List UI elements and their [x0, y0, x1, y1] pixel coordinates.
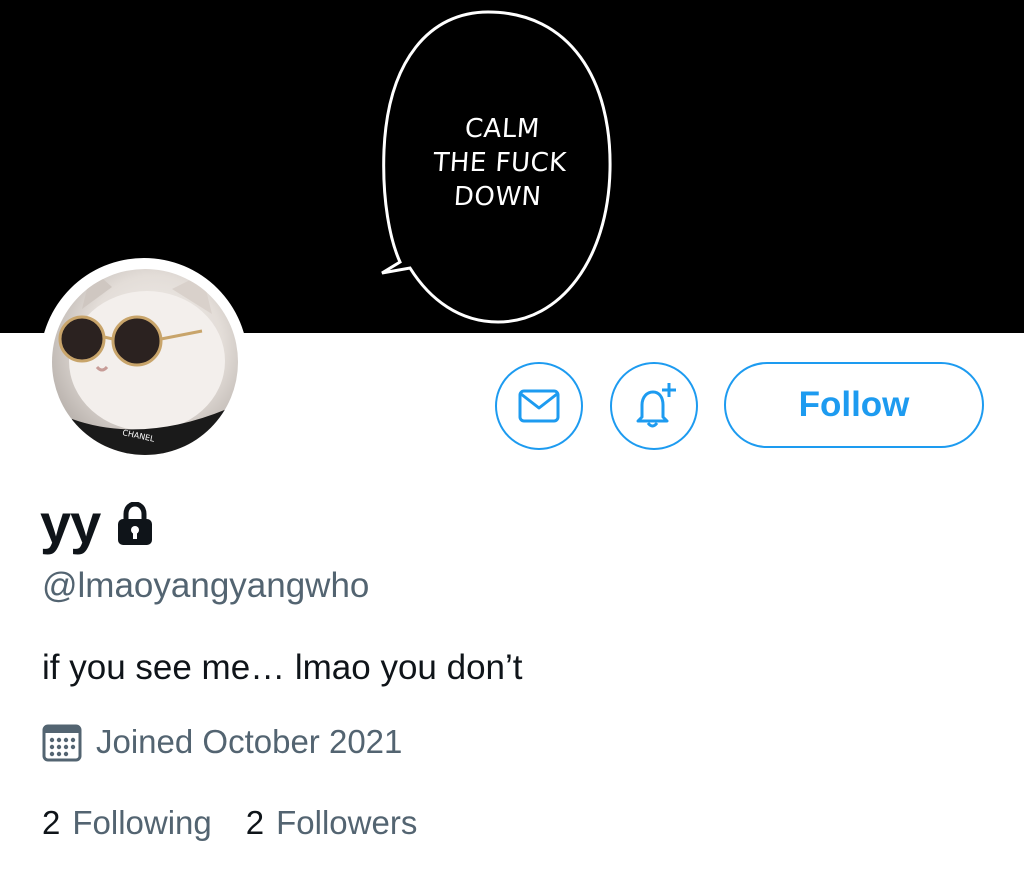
follow-button[interactable]: Follow — [724, 362, 984, 448]
user-bio: if you see me… lmao you don’t — [42, 648, 523, 687]
speech-bubble-text: CALM THE FUCK DOWN — [396, 112, 603, 214]
notify-button[interactable] — [610, 362, 698, 450]
cat-avatar-image: CHANEL — [52, 269, 238, 455]
follow-stats: 2 Following 2 Followers — [42, 804, 451, 842]
following-count: 2 — [42, 804, 61, 841]
envelope-icon — [518, 389, 560, 423]
display-name: yy — [40, 492, 101, 555]
joined-date-row: Joined October 2021 — [42, 722, 402, 762]
bubble-line-2: THE FUCK — [432, 148, 568, 178]
lock-icon — [118, 502, 153, 545]
joined-date-text: Joined October 2021 — [96, 723, 403, 760]
followers-link[interactable]: 2 Followers — [246, 804, 418, 842]
avatar[interactable]: CHANEL — [52, 269, 238, 455]
following-link[interactable]: 2 Following — [42, 804, 212, 842]
calendar-icon — [42, 724, 82, 762]
bubble-line-1: CALM — [463, 114, 541, 144]
bubble-line-3: DOWN — [452, 182, 543, 212]
followers-count: 2 — [245, 804, 265, 841]
following-label: Following — [72, 804, 212, 841]
user-handle: @lmaoyangyangwho — [42, 566, 370, 605]
bell-plus-icon — [636, 383, 676, 428]
display-name-row: yy — [40, 492, 156, 556]
message-button[interactable] — [495, 362, 583, 450]
followers-label: Followers — [276, 804, 418, 841]
